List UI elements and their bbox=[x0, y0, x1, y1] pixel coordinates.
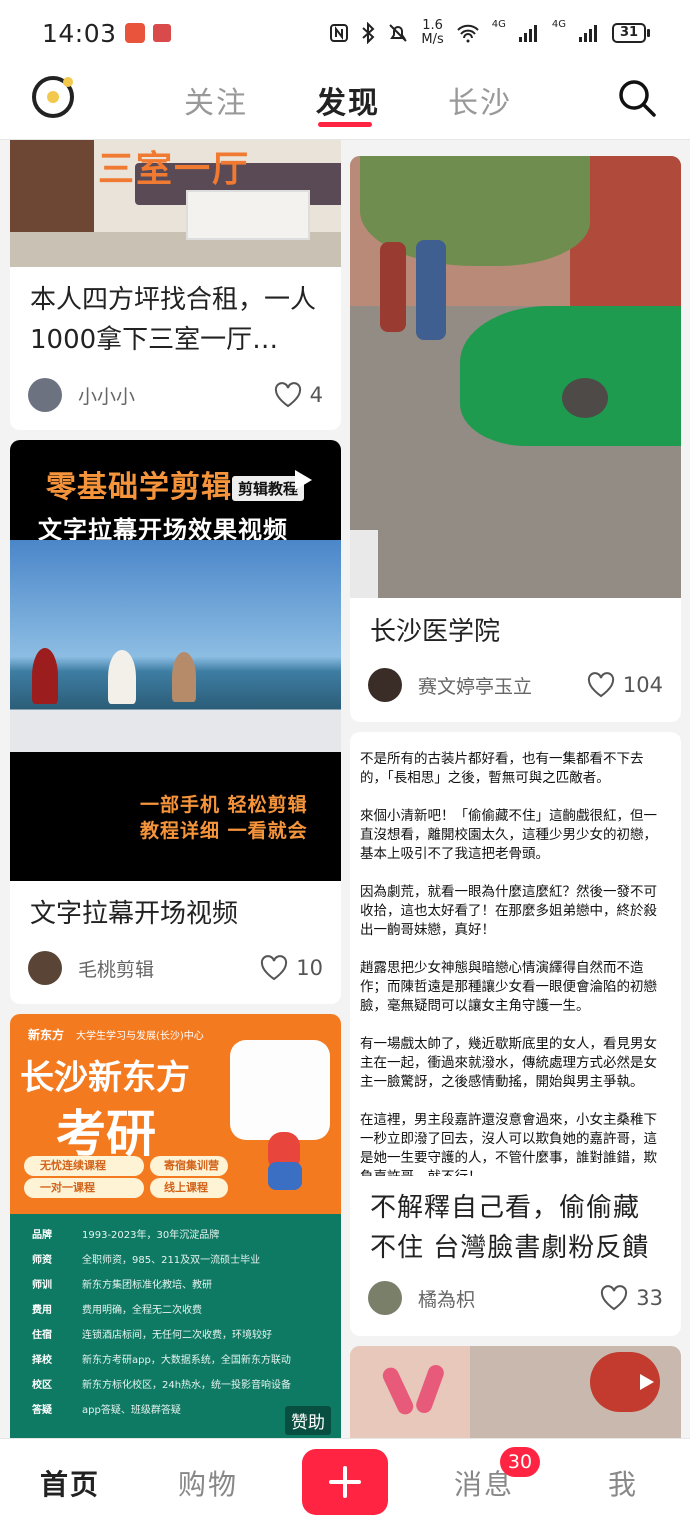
like-count: 10 bbox=[296, 956, 323, 980]
battery-icon: 31 bbox=[612, 23, 650, 43]
wifi-icon bbox=[457, 24, 479, 43]
tab-following[interactable]: 关注 bbox=[184, 78, 248, 122]
message-count-badge: 30 bbox=[500, 1447, 540, 1477]
nav-shopping[interactable]: 购物 bbox=[178, 1463, 238, 1503]
signal-label-1: 4G bbox=[491, 19, 506, 30]
heart-icon bbox=[261, 955, 288, 981]
avatar[interactable] bbox=[368, 1281, 402, 1315]
ad-cover-image[interactable]: 新东方 大学生学习与发展(长沙)中心 长沙新东方 考研 无忧连续课程 寄宿集训营… bbox=[10, 1014, 341, 1438]
author-name[interactable]: 小小小 bbox=[78, 382, 135, 409]
note-cover-image[interactable]: 三室一厅 bbox=[10, 140, 341, 267]
top-header: 关注 发现 长沙 bbox=[0, 66, 690, 140]
note-card[interactable]: 不是所有的古装片都好看，也有一集都看不下去的，「長相思」之後，暫無可與之匹敵者。… bbox=[350, 732, 681, 1336]
note-card[interactable]: 零基础学剪辑 剪辑教程 文字拉幕开场效果视频 一部手机 轻松剪辑 教程详细 一看… bbox=[10, 440, 341, 1004]
nav-home[interactable]: 首页 bbox=[40, 1463, 100, 1503]
like-button[interactable]: 4 bbox=[274, 382, 323, 408]
tab-active-indicator bbox=[318, 122, 372, 127]
heart-icon bbox=[587, 672, 614, 698]
sponsored-label: 赞助 bbox=[285, 1406, 331, 1435]
note-card[interactable] bbox=[350, 1346, 681, 1438]
ad-chip: 一对一课程 bbox=[24, 1178, 144, 1198]
note-title: 文字拉幕开场视频 bbox=[30, 899, 239, 929]
note-cover-text[interactable]: 不是所有的古装片都好看，也有一集都看不下去的，「長相思」之後，暫無可與之匹敵者。… bbox=[360, 740, 669, 1176]
like-count: 33 bbox=[636, 1286, 663, 1310]
cover-overlay-text-3: 一部手机 轻松剪辑 bbox=[140, 794, 308, 816]
nav-me[interactable]: 我 bbox=[608, 1463, 638, 1503]
ad-info-table: 品牌 1993-2023年，30年沉淀品牌 师资 全职师资，985、211及双一… bbox=[10, 1214, 341, 1438]
note-title: 本人四方坪找合租，一人1000拿下三室一厅… bbox=[30, 285, 317, 355]
signal-icon bbox=[518, 25, 537, 42]
note-card[interactable]: 长沙医学院 赛文婷亭玉立 104 bbox=[350, 156, 681, 722]
note-title: 长沙医学院 bbox=[370, 617, 501, 647]
note-footer: 小小小 4 bbox=[28, 377, 323, 413]
ad-chip: 无忧连续课程 bbox=[24, 1156, 144, 1176]
cover-overlay-text: 零基础学剪辑 bbox=[46, 470, 232, 505]
note-title: 不解釋自己看，偷偷藏不住 台灣臉書劇粉反饋 bbox=[370, 1193, 650, 1263]
heart-icon bbox=[274, 382, 301, 408]
ad-center-line: 大学生学习与发展(长沙)中心 bbox=[76, 1031, 204, 1042]
note-footer: 橘為枳 33 bbox=[368, 1280, 663, 1316]
mute-icon bbox=[389, 24, 408, 42]
like-count: 104 bbox=[622, 673, 663, 697]
heart-icon bbox=[601, 1285, 628, 1311]
avatar[interactable] bbox=[28, 951, 62, 985]
avatar[interactable] bbox=[368, 668, 402, 702]
logo-icon[interactable] bbox=[32, 76, 74, 118]
like-button[interactable]: 33 bbox=[600, 1285, 663, 1311]
like-button[interactable]: 10 bbox=[260, 955, 323, 981]
mascot-image bbox=[230, 1040, 330, 1140]
like-button[interactable]: 104 bbox=[587, 672, 663, 698]
nfc-icon bbox=[330, 24, 349, 42]
publish-button[interactable] bbox=[302, 1449, 388, 1515]
note-footer: 毛桃剪辑 10 bbox=[28, 950, 323, 986]
tab-discover[interactable]: 发现 bbox=[316, 78, 380, 122]
bottom-nav: 首页 购物 消息 30 我 bbox=[0, 1438, 690, 1522]
status-time: 14:03 bbox=[42, 18, 117, 48]
status-icons: 1.6 M/s 4G 4G 31 bbox=[329, 19, 650, 47]
like-count: 4 bbox=[309, 383, 323, 407]
network-speed: 1.6 M/s bbox=[421, 18, 444, 47]
ad-chip: 寄宿集训营 bbox=[150, 1156, 228, 1176]
note-card[interactable]: 三室一厅 本人四方坪找合租，一人1000拿下三室一厅… 小小小 4 bbox=[10, 140, 341, 430]
ad-headline: 长沙新东方 bbox=[20, 1058, 190, 1098]
app-notification-icon bbox=[124, 23, 145, 43]
note-cover-image[interactable] bbox=[350, 1346, 681, 1438]
app-notification-icon-2 bbox=[152, 24, 171, 42]
author-name[interactable]: 橘為枳 bbox=[418, 1285, 475, 1312]
note-cover-image[interactable] bbox=[350, 156, 681, 598]
bluetooth-icon bbox=[362, 22, 375, 44]
ad-brand: 新东方 bbox=[28, 1028, 65, 1042]
author-name[interactable]: 毛桃剪辑 bbox=[78, 955, 154, 982]
avatar[interactable] bbox=[28, 378, 62, 412]
tab-local-city[interactable]: 长沙 bbox=[448, 78, 512, 122]
feed[interactable]: 三室一厅 本人四方坪找合租，一人1000拿下三室一厅… 小小小 4 零基础学剪辑… bbox=[0, 140, 690, 1438]
cover-overlay-text-4: 教程详细 一看就会 bbox=[140, 820, 308, 842]
search-icon[interactable] bbox=[617, 78, 657, 118]
signal-label-2: 4G bbox=[551, 19, 566, 30]
play-icon bbox=[640, 1374, 654, 1390]
play-icon bbox=[295, 470, 312, 490]
ad-chip: 线上课程 bbox=[150, 1178, 228, 1198]
sponsored-card[interactable]: 新东方 大学生学习与发展(长沙)中心 长沙新东方 考研 无忧连续课程 寄宿集训营… bbox=[10, 1014, 341, 1438]
note-footer: 赛文婷亭玉立 104 bbox=[368, 667, 663, 703]
note-cover-image[interactable]: 零基础学剪辑 剪辑教程 文字拉幕开场效果视频 一部手机 轻松剪辑 教程详细 一看… bbox=[10, 440, 341, 881]
cover-overlay-text: 三室一厅 bbox=[98, 149, 251, 190]
status-bar: 14:03 1.6 M/s 4G 4G 31 bbox=[0, 0, 690, 66]
author-name[interactable]: 赛文婷亭玉立 bbox=[418, 672, 532, 699]
signal-icon-2 bbox=[579, 25, 597, 42]
